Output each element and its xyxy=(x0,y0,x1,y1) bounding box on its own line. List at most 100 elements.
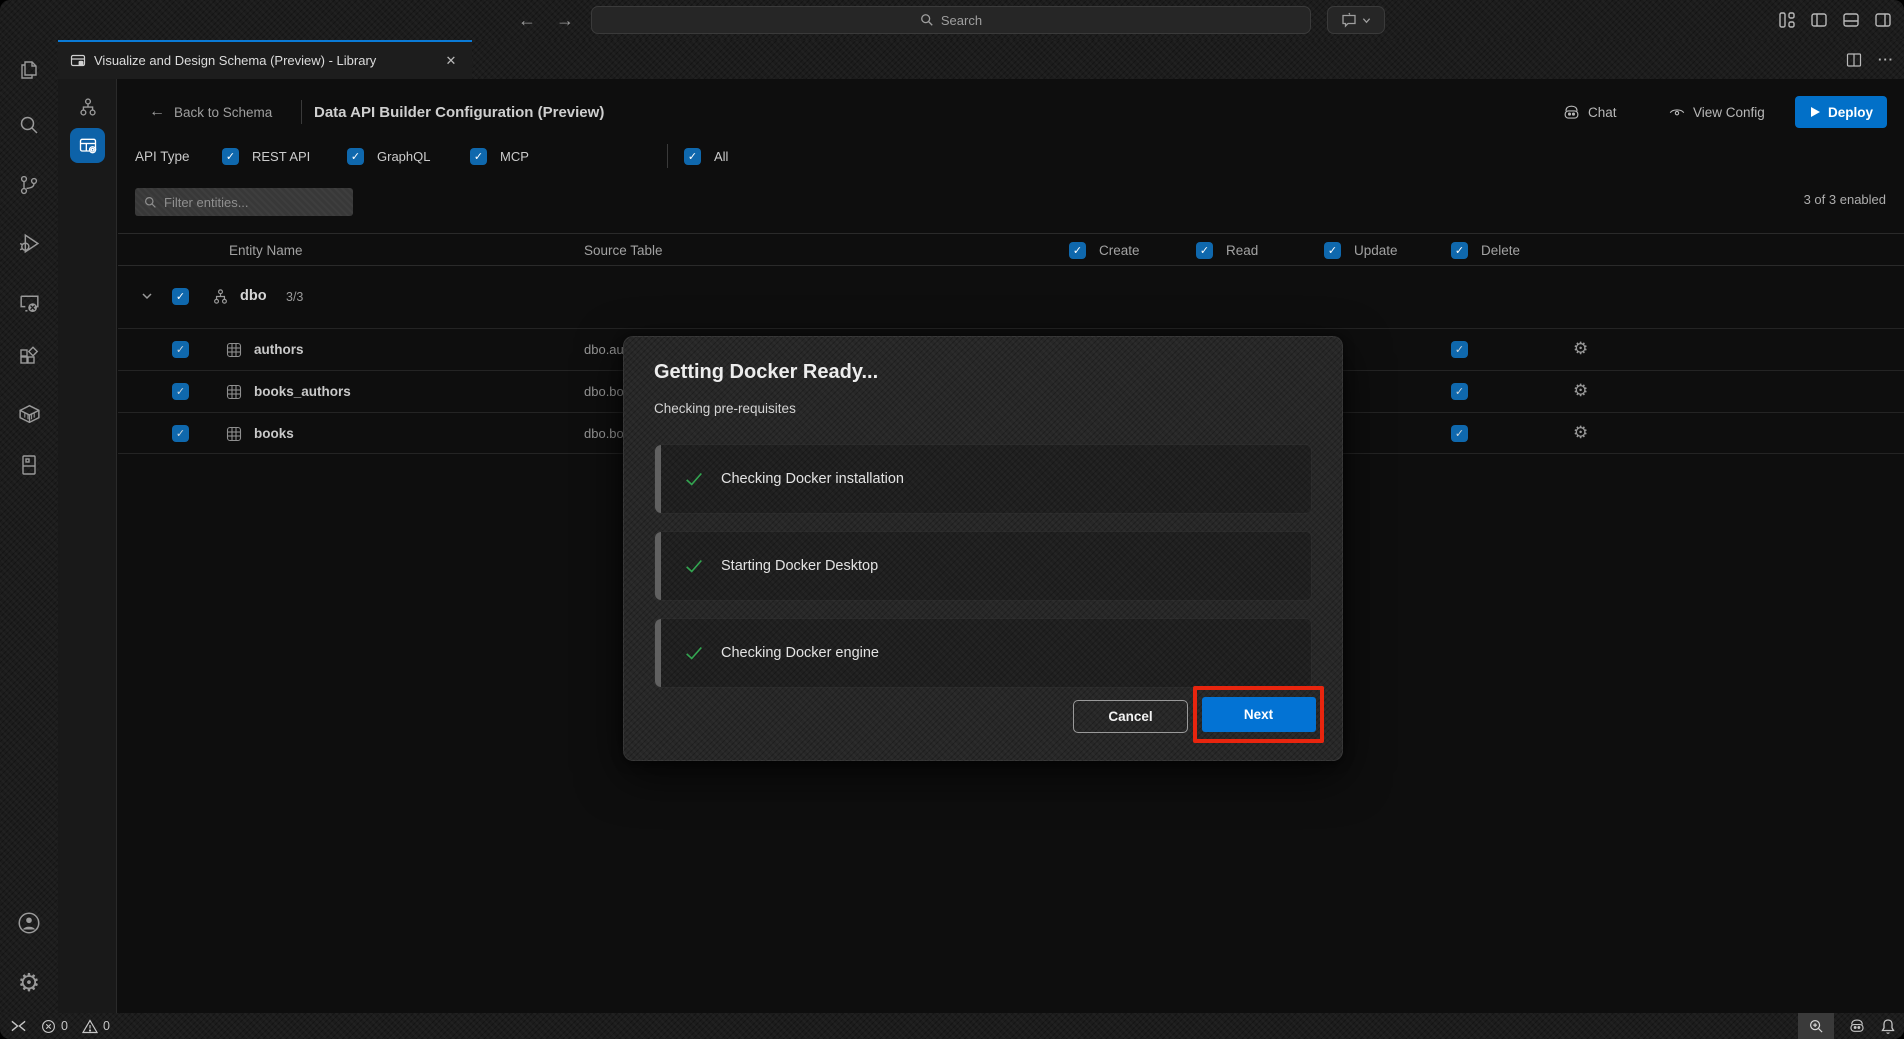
extensions-icon[interactable] xyxy=(0,339,58,377)
entity-name: books xyxy=(254,426,294,441)
rest-api-checkbox[interactable] xyxy=(222,148,239,165)
zoom-control[interactable] xyxy=(1798,1013,1834,1039)
copilot-status-icon[interactable] xyxy=(1848,1017,1866,1035)
mcp-checkbox[interactable] xyxy=(470,148,487,165)
next-button-annotation: Next xyxy=(1193,686,1324,743)
delete-all-checkbox[interactable] xyxy=(1451,242,1468,259)
step-docker-engine: Checking Docker engine xyxy=(654,618,1312,688)
step-label: Starting Docker Desktop xyxy=(721,558,878,574)
delete-checkbox[interactable] xyxy=(1451,341,1468,358)
row-settings-gear-icon[interactable]: ⚙ xyxy=(1573,423,1588,443)
run-debug-icon[interactable] xyxy=(0,224,58,262)
row-settings-gear-icon[interactable]: ⚙ xyxy=(1573,339,1588,359)
view-config-button[interactable]: View Config xyxy=(1668,96,1765,128)
table-header: Entity Name Source Table Create Read Upd… xyxy=(118,233,1904,266)
search-sidebar-icon[interactable] xyxy=(0,106,58,144)
source-control-icon[interactable] xyxy=(0,166,58,204)
row-settings-gear-icon[interactable]: ⚙ xyxy=(1573,381,1588,401)
eye-icon xyxy=(1668,103,1686,121)
explorer-icon[interactable] xyxy=(0,51,58,89)
copilot-chat-button[interactable] xyxy=(1327,6,1385,34)
mcp-option: MCP xyxy=(470,141,529,171)
schema-hierarchy-icon xyxy=(211,287,230,306)
tab-close-icon[interactable]: ✕ xyxy=(442,52,460,70)
notifications-bell-icon[interactable] xyxy=(1880,1018,1896,1035)
entity-name: authors xyxy=(254,342,304,357)
row-checkbox[interactable] xyxy=(172,425,189,442)
api-type-label: API Type xyxy=(135,149,190,164)
back-to-schema-link[interactable]: ← Back to Schema xyxy=(149,96,272,128)
database-projects-icon[interactable] xyxy=(0,446,58,484)
problems-errors[interactable]: 0 xyxy=(41,1019,68,1034)
update-all-checkbox[interactable] xyxy=(1324,242,1341,259)
problems-warnings[interactable]: 0 xyxy=(82,1019,110,1034)
play-icon xyxy=(1809,106,1821,118)
dialog-subtitle: Checking pre-requisites xyxy=(654,401,796,416)
chat-label: Chat xyxy=(1588,105,1617,120)
group-count: 3/3 xyxy=(286,290,303,304)
docker-ready-dialog: Getting Docker Ready... Checking pre-req… xyxy=(623,336,1343,761)
table-icon xyxy=(226,384,242,400)
all-checkbox[interactable] xyxy=(684,148,701,165)
col-read: Read xyxy=(1196,234,1258,267)
check-icon xyxy=(683,468,705,490)
tab-visualize-schema[interactable]: Visualize and Design Schema (Preview) - … xyxy=(58,40,472,79)
tab-strip: Visualize and Design Schema (Preview) - … xyxy=(58,40,1904,79)
group-checkbox[interactable] xyxy=(172,288,189,305)
next-button[interactable]: Next xyxy=(1202,697,1316,732)
table-icon xyxy=(226,342,242,358)
history-back-icon[interactable]: ← xyxy=(514,7,540,33)
cancel-button[interactable]: Cancel xyxy=(1073,700,1188,733)
chevron-down-icon xyxy=(1362,16,1371,25)
graphql-label: GraphQL xyxy=(377,149,430,164)
warning-count: 0 xyxy=(103,1019,110,1033)
col-delete: Delete xyxy=(1451,234,1520,267)
filter-entities-box xyxy=(135,188,353,216)
toggle-panel-left-icon[interactable] xyxy=(1810,11,1828,29)
delete-checkbox[interactable] xyxy=(1451,425,1468,442)
remote-indicator-icon[interactable] xyxy=(10,1019,27,1033)
row-checkbox[interactable] xyxy=(172,383,189,400)
customize-layout-icon[interactable] xyxy=(1778,11,1796,29)
chat-button[interactable]: Chat xyxy=(1562,96,1617,128)
rest-api-label: REST API xyxy=(252,149,310,164)
group-name: dbo xyxy=(240,288,267,304)
page-title: Data API Builder Configuration (Preview) xyxy=(314,96,604,128)
delete-checkbox[interactable] xyxy=(1451,383,1468,400)
graphql-checkbox[interactable] xyxy=(347,148,364,165)
container-tools-icon[interactable] xyxy=(0,394,58,432)
split-editor-icon[interactable] xyxy=(1846,52,1862,68)
row-checkbox[interactable] xyxy=(172,341,189,358)
read-all-checkbox[interactable] xyxy=(1196,242,1213,259)
api-options-divider xyxy=(667,144,668,168)
graphql-option: GraphQL xyxy=(347,141,430,171)
schema-designer-tab-icon xyxy=(70,53,86,69)
deploy-button[interactable]: Deploy xyxy=(1795,96,1887,128)
check-icon xyxy=(683,555,705,577)
col-source-table: Source Table xyxy=(584,234,663,267)
toggle-panel-right-icon[interactable] xyxy=(1874,11,1892,29)
vscode-window: ← → Search xyxy=(0,0,1904,1039)
create-all-checkbox[interactable] xyxy=(1069,242,1086,259)
settings-gear-icon[interactable]: ⚙ xyxy=(0,964,58,1002)
copilot-icon xyxy=(1562,103,1581,122)
toggle-panel-bottom-icon[interactable] xyxy=(1842,11,1860,29)
remote-explorer-icon[interactable] xyxy=(0,284,58,322)
more-actions-icon[interactable]: ··· xyxy=(1878,52,1894,67)
filter-entities-input[interactable] xyxy=(164,195,344,210)
dab-configuration-icon[interactable] xyxy=(70,128,105,163)
view-config-label: View Config xyxy=(1693,105,1765,120)
chevron-down-icon[interactable] xyxy=(141,290,153,302)
enabled-count: 3 of 3 enabled xyxy=(1804,192,1886,207)
title-bar: ← → Search xyxy=(0,0,1904,40)
col-entity-name: Entity Name xyxy=(229,234,303,267)
table-icon xyxy=(226,426,242,442)
account-icon[interactable] xyxy=(0,904,58,942)
command-center-search[interactable]: Search xyxy=(591,6,1311,34)
history-forward-icon[interactable]: → xyxy=(552,7,578,33)
schema-group-row[interactable]: dbo 3/3 xyxy=(118,266,1904,328)
step-docker-desktop: Starting Docker Desktop xyxy=(654,531,1312,601)
all-label: All xyxy=(714,149,728,164)
status-bar: 0 0 xyxy=(0,1013,1904,1039)
schema-diagram-icon[interactable] xyxy=(70,89,105,124)
